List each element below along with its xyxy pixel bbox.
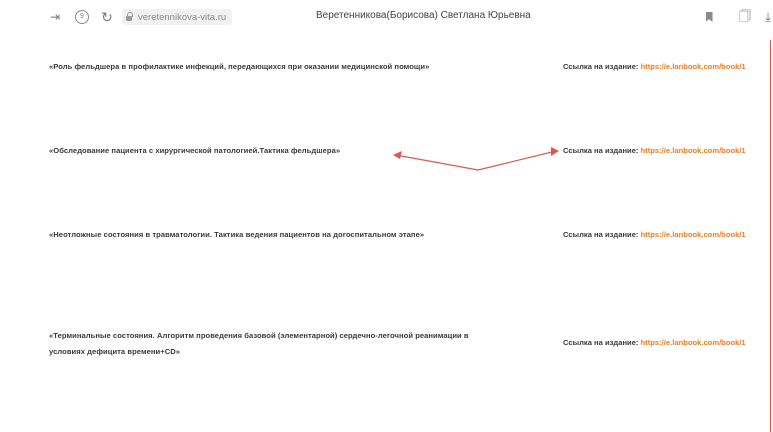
arrowhead-left bbox=[393, 151, 402, 159]
book-title: «Роль фельдшера в профилактике инфекций,… bbox=[49, 62, 430, 71]
book-title: «Неотложные состояния в травматологии. Т… bbox=[49, 230, 425, 239]
book-link-line: Ссылка на издание: https://e.lanbook.com… bbox=[563, 230, 746, 239]
bookmark-icon[interactable] bbox=[702, 9, 716, 25]
link-label: Ссылка на издание: bbox=[563, 62, 639, 71]
forward-icon[interactable]: ⇥ bbox=[47, 9, 63, 25]
annotation-arrow-right bbox=[477, 150, 557, 171]
address-bar-url[interactable]: veretennikova-vita.ru bbox=[138, 12, 226, 23]
book-title-line: «Терминальные состояния. Алгоритм провед… bbox=[49, 331, 469, 340]
book-link-line: Ссылка на издание: https://e.lanbook.com… bbox=[563, 62, 746, 71]
link-label: Ссылка на издание: bbox=[563, 338, 639, 347]
book-link[interactable]: https://e.lanbook.com/book/1 bbox=[641, 230, 746, 239]
book-link-line: Ссылка на издание: https://e.lanbook.com… bbox=[563, 338, 746, 347]
annotation-arrow-left bbox=[395, 154, 479, 171]
link-label: Ссылка на издание: bbox=[563, 230, 639, 239]
book-link[interactable]: https://e.lanbook.com/book/1 bbox=[641, 62, 746, 71]
book-title: «Терминальные состояния. Алгоритм провед… bbox=[49, 328, 549, 360]
lock-icon bbox=[126, 11, 133, 21]
book-link[interactable]: https://e.lanbook.com/book/1 bbox=[641, 338, 746, 347]
link-label: Ссылка на издание: bbox=[563, 146, 639, 155]
book-title-line: условиях дефицита времени+CD» bbox=[49, 347, 181, 356]
reload-icon[interactable]: ↻ bbox=[98, 8, 116, 26]
page-title: Веретенникова(Борисова) Светлана Юрьевна bbox=[316, 10, 531, 21]
book-title: «Обследование пациента с хирургической п… bbox=[49, 146, 341, 155]
book-link[interactable]: https://e.lanbook.com/book/1 bbox=[641, 146, 746, 155]
download-icon[interactable]: ⤓ bbox=[763, 8, 773, 26]
reader-mode-icon[interactable]: 🗍 bbox=[736, 8, 754, 26]
extension-icon[interactable]: 9 bbox=[73, 8, 91, 26]
book-link-line: Ссылка на издание: https://e.lanbook.com… bbox=[563, 146, 746, 155]
arrowhead-right bbox=[551, 147, 559, 156]
address-bar[interactable]: veretennikova-vita.ru bbox=[122, 9, 233, 25]
browser-toolbar: ⇥ 9 ↻ veretennikova-vita.ru Веретенников… bbox=[0, 0, 773, 34]
annotation-vertical-line bbox=[770, 40, 771, 432]
